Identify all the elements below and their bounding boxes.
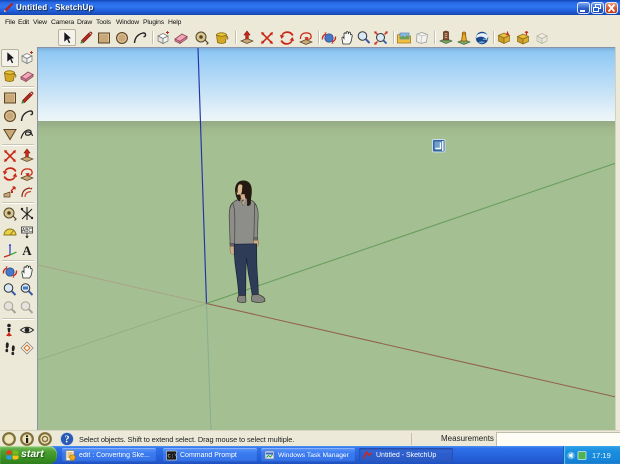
svg-text:C:\: C:\ xyxy=(168,453,178,460)
svg-text:?: ? xyxy=(65,435,70,446)
